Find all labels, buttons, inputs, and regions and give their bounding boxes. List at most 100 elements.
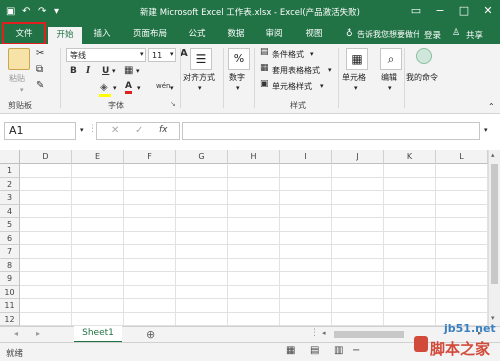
column-header[interactable]: K	[384, 150, 436, 164]
minimize-button[interactable]: −	[428, 0, 452, 22]
paste-icon[interactable]	[8, 48, 30, 70]
phonetic-icon[interactable]: wén	[156, 82, 170, 90]
row-header[interactable]: 10	[0, 285, 20, 299]
tab-view[interactable]: 视图	[298, 24, 330, 44]
font-color-icon[interactable]: A	[125, 81, 132, 94]
sheet-tab-sheet1[interactable]: Sheet1	[74, 326, 122, 343]
name-box-dropdown-icon[interactable]: ▾	[80, 126, 84, 134]
number-dropdown-icon[interactable]: ▾	[236, 84, 240, 92]
column-header[interactable]: G	[176, 150, 228, 164]
cut-icon[interactable]: ✂	[36, 48, 44, 59]
vertical-scrollbar[interactable]: ▴ ▾	[488, 150, 500, 326]
page-layout-view-icon[interactable]: ▤	[310, 345, 319, 356]
alignment-button[interactable]: 对齐方式	[183, 72, 215, 83]
font-dialog-launcher-icon[interactable]: ↘	[170, 100, 176, 108]
column-header[interactable]: E	[72, 150, 124, 164]
font-size-dropdown-icon[interactable]: ▾	[170, 50, 174, 58]
maximize-button[interactable]: □	[452, 0, 476, 22]
fill-color-icon[interactable]: ◈	[100, 82, 108, 93]
row-header[interactable]: 3	[0, 191, 20, 205]
save-icon[interactable]: ▣	[6, 4, 15, 20]
my-commands-button[interactable]: 我的命令	[406, 72, 438, 83]
paste-dropdown-icon[interactable]: ▾	[20, 86, 24, 94]
phonetic-dropdown-icon[interactable]: ▾	[170, 84, 174, 92]
prev-sheet-icon[interactable]: ◂	[14, 329, 18, 338]
new-sheet-icon[interactable]: ⊕	[146, 328, 155, 341]
next-sheet-icon[interactable]: ▸	[36, 329, 40, 338]
borders-dropdown-icon[interactable]: ▾	[136, 67, 140, 75]
row-header[interactable]: 12	[0, 312, 20, 326]
column-header[interactable]: H	[228, 150, 280, 164]
fill-dropdown-icon[interactable]: ▾	[113, 84, 117, 92]
customize-qat-icon[interactable]: ▾	[54, 4, 59, 20]
column-header[interactable]: J	[332, 150, 384, 164]
column-header[interactable]: I	[280, 150, 332, 164]
bold-button[interactable]: B	[70, 66, 77, 76]
conditional-format-button[interactable]: 条件格式	[272, 49, 304, 60]
tab-insert[interactable]: 插入	[86, 24, 118, 44]
sign-in-link[interactable]: 登录	[424, 29, 441, 41]
enter-icon[interactable]: ✓	[135, 125, 143, 136]
cells-button[interactable]: 单元格	[342, 72, 366, 83]
my-commands-icon[interactable]	[416, 48, 432, 64]
table-dropdown-icon[interactable]: ▾	[328, 66, 332, 74]
page-break-view-icon[interactable]: ▥	[334, 345, 343, 356]
alignment-icon[interactable]: ☰	[190, 48, 212, 70]
row-header[interactable]: 5	[0, 218, 20, 232]
paste-label[interactable]: 粘贴	[9, 73, 25, 84]
tab-formulas[interactable]: 公式	[182, 24, 212, 44]
cells-icon[interactable]: ▦	[346, 48, 368, 70]
undo-icon[interactable]: ↶	[22, 4, 30, 20]
underline-dropdown-icon[interactable]: ▾	[112, 67, 116, 75]
tab-split-icon[interactable]: ⋮	[310, 328, 319, 338]
scroll-down-icon[interactable]: ▾	[491, 314, 495, 322]
column-header[interactable]: L	[436, 150, 488, 164]
row-header[interactable]: 11	[0, 299, 20, 313]
tell-me-box[interactable]: 告诉我您想要做什么	[357, 29, 419, 40]
name-box[interactable]: A1	[4, 122, 76, 140]
format-painter-icon[interactable]: ✎	[36, 80, 44, 91]
format-as-table-button[interactable]: 套用表格格式	[272, 65, 320, 76]
font-name-dropdown-icon[interactable]: ▾	[140, 50, 144, 58]
select-all-corner[interactable]	[0, 150, 20, 164]
editing-button[interactable]: 编辑	[381, 72, 397, 83]
expand-formula-icon[interactable]: ▾	[484, 126, 488, 134]
borders-icon[interactable]: ▦	[124, 65, 133, 76]
zoom-out-icon[interactable]: −	[352, 345, 360, 356]
column-header[interactable]: D	[20, 150, 72, 164]
horizontal-scroll-thumb[interactable]	[334, 331, 404, 338]
collapse-ribbon-icon[interactable]: ⌃	[488, 102, 495, 111]
row-header[interactable]: 7	[0, 245, 20, 259]
percent-icon[interactable]: %	[228, 48, 250, 70]
scroll-left-icon[interactable]: ◂	[322, 329, 326, 337]
tab-review[interactable]: 审阅	[258, 24, 290, 44]
redo-icon[interactable]: ↷	[38, 4, 46, 20]
row-header[interactable]: 4	[0, 204, 20, 218]
scroll-thumb[interactable]	[491, 164, 498, 284]
search-icon[interactable]: ⌕	[380, 48, 402, 70]
tab-home[interactable]: 开始	[48, 27, 82, 44]
italic-button[interactable]: I	[86, 66, 90, 76]
insert-function-icon[interactable]: fx	[159, 125, 168, 135]
row-header[interactable]: 9	[0, 272, 20, 286]
conditional-dropdown-icon[interactable]: ▾	[310, 50, 314, 58]
row-header[interactable]: 2	[0, 177, 20, 191]
copy-icon[interactable]: ⧉	[36, 64, 43, 75]
ribbon-display-icon[interactable]: ▭	[404, 0, 428, 22]
scroll-up-icon[interactable]: ▴	[491, 151, 495, 159]
row-header[interactable]: 8	[0, 258, 20, 272]
share-button[interactable]: 共享	[466, 29, 483, 41]
worksheet-grid[interactable]: DEFGHIJKL 1 2 3 4 5 6 7 8 9 10 11 12	[0, 150, 500, 326]
tab-page-layout[interactable]: 页面布局	[124, 24, 176, 44]
row-header[interactable]: 1	[0, 164, 20, 178]
underline-button[interactable]: U	[102, 66, 109, 76]
column-header[interactable]: F	[124, 150, 176, 164]
cell-styles-button[interactable]: 单元格样式	[272, 81, 312, 92]
close-button[interactable]: ✕	[476, 0, 500, 22]
cancel-icon[interactable]: ✕	[111, 125, 119, 136]
formula-input[interactable]	[182, 122, 480, 140]
editing-dropdown-icon[interactable]: ▾	[388, 84, 392, 92]
number-format-button[interactable]: 数字	[229, 72, 245, 83]
normal-view-icon[interactable]: ▦	[286, 345, 295, 356]
font-name-select[interactable]: 等线	[66, 48, 146, 62]
